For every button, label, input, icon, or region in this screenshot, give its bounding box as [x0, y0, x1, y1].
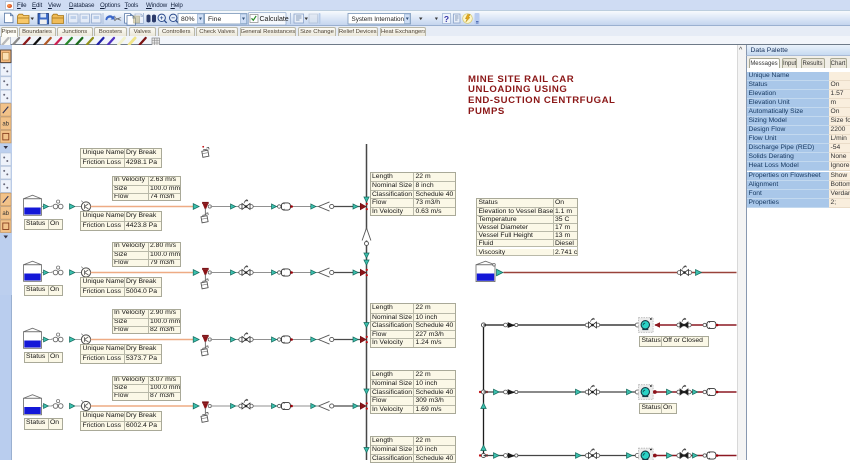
svg-text:System International: System International: [352, 16, 409, 23]
svg-text:+: +: [160, 15, 164, 22]
svg-text:Calculate: Calculate: [260, 16, 289, 23]
svg-text:−: −: [171, 15, 175, 22]
svg-text:?: ?: [444, 14, 449, 24]
svg-text:ab: ab: [2, 211, 9, 217]
svg-text:✂: ✂: [114, 15, 122, 26]
svg-text:Fine: Fine: [208, 16, 221, 23]
svg-text:80%: 80%: [181, 16, 195, 23]
svg-text:ab: ab: [2, 122, 9, 128]
